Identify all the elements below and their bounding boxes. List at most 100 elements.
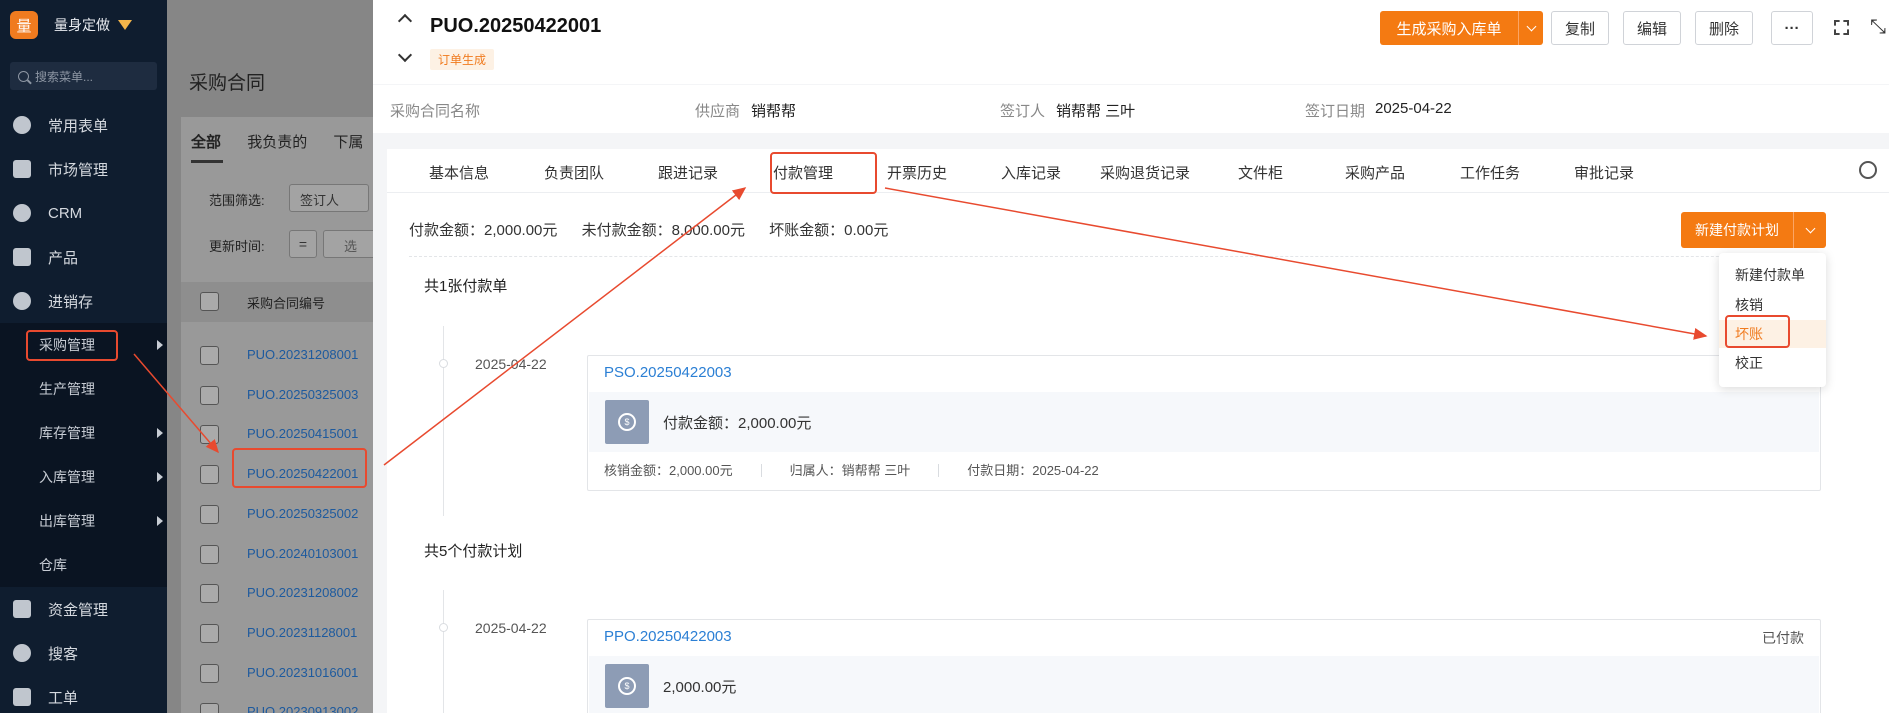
row-checkbox[interactable] [200, 544, 219, 564]
sub-item-label: 生产管理 [39, 381, 95, 397]
info-value-sign-date: 2025-04-22 [1375, 100, 1452, 117]
payment-plan-card[interactable]: PPO.20250422003 已付款 $ 2,000.00元 [587, 619, 1821, 713]
chevron-up-icon[interactable] [397, 13, 413, 29]
info-key-supplier: 供应商 [695, 103, 741, 120]
column-header-contract-no[interactable]: 采购合同编号 [247, 296, 325, 311]
menu-search-input[interactable]: 搜索菜单... [10, 62, 157, 90]
sub-item-production[interactable]: 生产管理 [0, 367, 167, 411]
tab-inbound-records[interactable]: 入库记录 [1001, 162, 1061, 183]
nav-item-market[interactable]: 市场管理 [0, 147, 167, 191]
payment-order-meta: 核销金额：2,000.00元 归属人：销帮帮 三叶 付款日期：2025-04-22 [604, 460, 1099, 479]
more-button[interactable]: ··· [1771, 11, 1813, 45]
app-logo: 量 [10, 11, 38, 39]
close-icon[interactable]: ⤡ [1870, 16, 1886, 39]
new-payment-plan-button[interactable]: 新建付款计划 [1681, 212, 1826, 248]
nav-item-inventory[interactable]: 进销存 [0, 279, 167, 323]
nav-item-ticket[interactable]: 工单 [0, 675, 167, 713]
nav-item-crm[interactable]: CRM [0, 191, 167, 235]
payment-plan-status: 已付款 [1762, 630, 1804, 646]
operator-select[interactable]: = [289, 230, 317, 258]
nav-item-label: 搜客 [48, 645, 79, 663]
annotation-box-tab [770, 152, 877, 194]
payment-order-card[interactable]: PSO.20250422003 $ 付款金额：2,000.00元 核销金额：2,… [587, 355, 1821, 491]
generate-inbound-button[interactable]: 生成采购入库单 [1380, 11, 1543, 45]
payment-order-number[interactable]: PSO.20250422003 [604, 364, 732, 381]
row-checkbox[interactable] [200, 346, 219, 365]
filter-select[interactable]: 签订人 [289, 184, 369, 212]
payment-plan-number[interactable]: PPO.20250422003 [604, 628, 732, 645]
table-row[interactable]: PUO.20231128001 [247, 625, 357, 640]
tab-return-records[interactable]: 采购退货记录 [1100, 162, 1190, 183]
tab-file-cabinet[interactable]: 文件柜 [1238, 162, 1283, 183]
bad-debt-amount: 坏账金额：0.00元 [769, 222, 889, 239]
row-checkbox[interactable] [200, 663, 219, 683]
paid-amount: 付款金额：2,000.00元 [409, 222, 558, 239]
tab-approval[interactable]: 审批记录 [1574, 162, 1634, 183]
tab-subordinate[interactable]: 下属 [333, 134, 363, 151]
chevron-down-icon[interactable] [1519, 21, 1543, 31]
nav-item-label: CRM [48, 204, 83, 222]
edit-button[interactable]: 编辑 [1623, 11, 1681, 45]
tab-basic-info[interactable]: 基本信息 [429, 162, 489, 183]
menu-item-new-payment[interactable]: 新建付款单 [1719, 261, 1826, 289]
generate-inbound-label: 生成采购入库单 [1396, 20, 1502, 38]
header-checkbox[interactable] [200, 292, 219, 311]
row-checkbox[interactable] [200, 623, 219, 643]
copy-button[interactable]: 复制 [1551, 11, 1609, 45]
timeline-line [443, 326, 444, 516]
tab-followup[interactable]: 跟进记录 [658, 162, 718, 183]
info-key-name: 采购合同名称 [390, 103, 481, 120]
sub-item-inbound[interactable]: 入库管理 [0, 455, 167, 499]
tab-tasks[interactable]: 工作任务 [1460, 162, 1520, 183]
sub-item-warehouse[interactable]: 仓库 [0, 543, 167, 587]
table-row[interactable]: PUO.20250415001 [247, 426, 358, 441]
caret-right-icon [157, 472, 163, 482]
row-checkbox[interactable] [200, 385, 219, 405]
fullscreen-icon[interactable] [1834, 20, 1849, 35]
gear-icon[interactable] [1859, 161, 1877, 179]
search-icon [18, 70, 29, 82]
payment-plans-title: 共5个付款计划 [424, 543, 523, 560]
info-key-signer: 签订人 [1000, 103, 1046, 120]
annotation-box-dropdown [1725, 315, 1790, 348]
table-row[interactable]: PUO.20240103001 [247, 546, 358, 561]
chevron-down-icon[interactable] [1794, 223, 1826, 233]
coin-icon: $ [605, 400, 649, 444]
table-row[interactable]: PUO.20231208002 [247, 585, 358, 600]
info-key-sign-date: 签订日期 [1305, 103, 1366, 120]
tab-products[interactable]: 采购产品 [1345, 162, 1405, 183]
menu-item-correction[interactable]: 校正 [1719, 349, 1826, 377]
contract-info-bar: 采购合同名称 供应商 销帮帮 签订人 销帮帮 三叶 签订日期 2025-04-2… [373, 85, 1889, 133]
row-checkbox[interactable] [200, 465, 219, 485]
table-row[interactable]: PUO.20250325003 [247, 387, 358, 402]
chevron-down-icon[interactable] [397, 47, 413, 63]
delete-button[interactable]: 删除 [1695, 11, 1753, 45]
caret-right-icon [157, 340, 163, 350]
owner: 归属人：销帮帮 三叶 [789, 463, 911, 478]
table-row[interactable]: PUO.20250325002 [247, 506, 358, 521]
sub-item-outbound[interactable]: 出库管理 [0, 499, 167, 543]
timeline-line [443, 590, 444, 713]
tab-team[interactable]: 负责团队 [544, 162, 604, 183]
row-checkbox[interactable] [200, 504, 219, 524]
sub-item-stock[interactable]: 库存管理 [0, 411, 167, 455]
ticket-icon [13, 688, 31, 706]
menu-search-placeholder: 搜索菜单... [35, 69, 94, 84]
tab-invoice-history[interactable]: 开票历史 [887, 162, 947, 183]
diamond-icon [118, 20, 132, 30]
row-checkbox[interactable] [200, 584, 219, 604]
row-checkbox[interactable] [200, 425, 219, 445]
table-row[interactable]: PUO.20231016001 [247, 665, 358, 680]
table-row[interactable]: PUO.20230913002 [247, 704, 358, 713]
tab-mine[interactable]: 我负责的 [247, 134, 307, 151]
nav-item-search[interactable]: 搜客 [0, 631, 167, 675]
plan-amount: 2,000.00元 [663, 679, 737, 696]
nav-item-common-forms[interactable]: 常用表单 [0, 103, 167, 147]
tab-all[interactable]: 全部 [191, 134, 221, 151]
table-row[interactable]: PUO.20231208001 [247, 347, 358, 362]
nav-item-product[interactable]: 产品 [0, 235, 167, 279]
row-checkbox[interactable] [200, 703, 219, 713]
nav-item-finance[interactable]: 资金管理 [0, 587, 167, 631]
payment-orders-title: 共1张付款单 [424, 278, 508, 295]
divider [409, 256, 1824, 257]
